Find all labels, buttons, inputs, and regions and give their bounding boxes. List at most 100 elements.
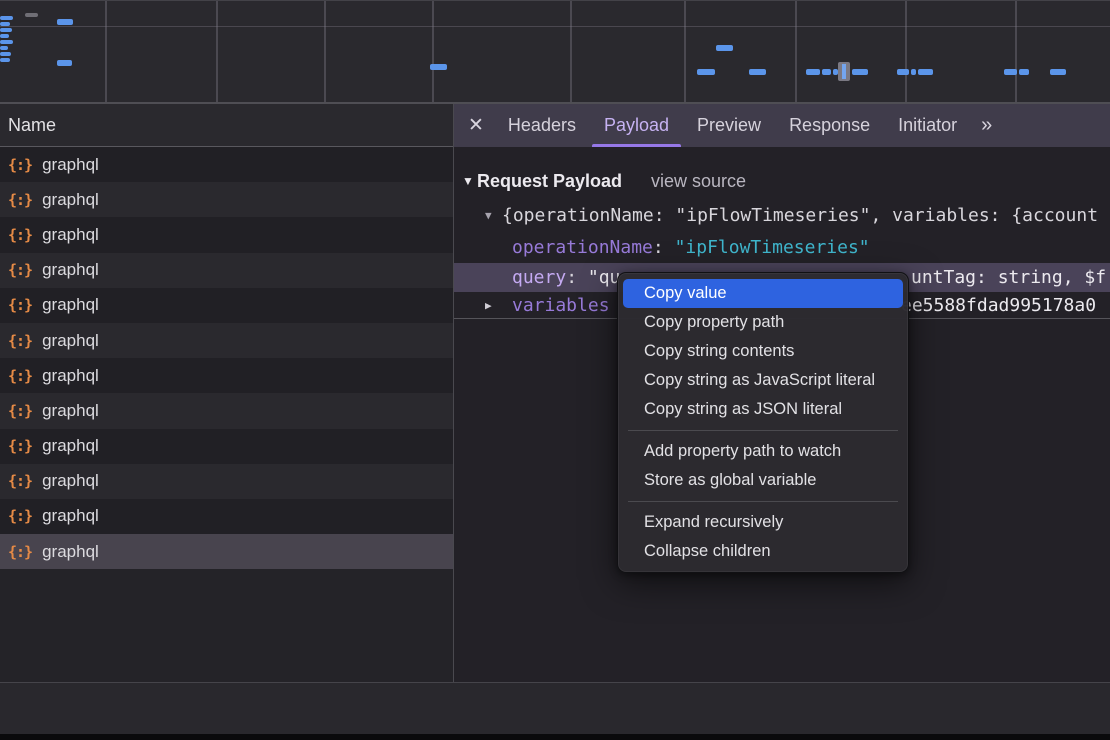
operation-name-row[interactable]: operationName: "ipFlowTimeseries"	[454, 232, 1110, 263]
context-menu: Copy valueCopy property pathCopy string …	[617, 272, 909, 573]
menu-item-copy-value[interactable]: Copy value	[623, 279, 903, 308]
section-title: Request Payload	[477, 163, 622, 200]
menu-item-copy-property-path[interactable]: Copy property path	[623, 308, 903, 337]
overview-request-bar	[57, 19, 73, 25]
tab-headers[interactable]: Headers	[494, 104, 590, 147]
overview-request-bar	[852, 69, 868, 75]
name-column-label: Name	[8, 115, 56, 136]
property-value-left: "qu	[588, 267, 621, 288]
tab-payload[interactable]: Payload	[590, 104, 683, 147]
request-row[interactable]: {:} graphql	[0, 288, 453, 323]
section-collapse-icon[interactable]: ▼	[462, 163, 474, 200]
tab-initiator[interactable]: Initiator	[884, 104, 971, 147]
overview-request-bar	[697, 69, 715, 75]
window-bottom-edge	[0, 734, 1110, 740]
menu-separator	[628, 501, 898, 502]
overview-request-bar	[897, 69, 909, 75]
request-row[interactable]: {:} graphql	[0, 534, 453, 569]
tab-response[interactable]: Response	[775, 104, 884, 147]
request-row[interactable]: {:} graphql	[0, 147, 453, 182]
menu-item-collapse-children[interactable]: Collapse children	[623, 537, 903, 566]
json-braces-icon: {:}	[8, 472, 32, 490]
request-row[interactable]: {:}graphql	[0, 499, 453, 534]
colon: :	[566, 267, 588, 288]
request-row[interactable]: {:}graphql	[0, 429, 453, 464]
overview-gridline	[432, 1, 434, 102]
network-overview-timeline[interactable]	[0, 0, 1110, 104]
request-rows: {:} graphql {:} graphql {:} graphql {:} graphql…	[0, 147, 453, 569]
overview-gridline	[105, 1, 107, 102]
payload-root-row[interactable]: ▼ {operationName: "ipFlowTimeseries", va…	[454, 200, 1110, 232]
json-braces-icon: {:}	[8, 156, 32, 174]
overview-request-bar	[1050, 69, 1066, 75]
overview-request-bar	[918, 69, 933, 75]
overview-request-bar	[0, 46, 8, 50]
overview-request-bar	[0, 52, 11, 56]
request-payload-section[interactable]: ▼ Request Payload view source	[454, 163, 1110, 200]
request-row[interactable]: {:} graphql	[0, 464, 453, 499]
root-expand-icon[interactable]: ▼	[485, 200, 492, 232]
name-column-header[interactable]: Name	[0, 104, 453, 147]
request-name: graphql	[42, 542, 99, 562]
menu-item-store-as-global-variable[interactable]: Store as global variable	[623, 466, 903, 495]
overview-request-bar	[822, 69, 831, 75]
json-braces-icon: {:}	[8, 437, 32, 455]
overview-request-bar	[57, 60, 72, 66]
request-row[interactable]: {:}graphql	[0, 217, 453, 252]
property-key: operationName	[512, 237, 653, 258]
overview-request-bar	[0, 34, 9, 38]
close-icon[interactable]: ✕	[468, 104, 484, 147]
overview-request-bar	[749, 69, 766, 75]
request-name: graphql	[42, 295, 99, 315]
json-braces-icon: {:}	[8, 261, 32, 279]
request-row[interactable]: {:}graphql	[0, 182, 453, 217]
overview-gridline	[216, 1, 218, 102]
colon: :	[653, 237, 675, 258]
detail-tabbar: ✕ HeadersPayloadPreviewResponseInitiator…	[454, 104, 1110, 147]
overview-horizontal-gridline	[0, 26, 1110, 27]
request-name: graphql	[42, 366, 99, 386]
overview-gridline	[795, 1, 797, 102]
overview-request-bar	[0, 22, 10, 26]
root-preview-text: {operationName: "ipFlowTimeseries", vari…	[502, 200, 1098, 232]
property-key: variables	[512, 295, 610, 316]
request-name: graphql	[42, 331, 99, 351]
more-tabs-icon[interactable]: »	[971, 104, 1000, 147]
overview-gridline	[1015, 1, 1017, 102]
tab-preview[interactable]: Preview	[683, 104, 775, 147]
overview-request-bar	[911, 69, 916, 75]
json-braces-icon: {:}	[8, 402, 32, 420]
variables-expand-icon[interactable]: ▶	[485, 292, 492, 319]
request-name: graphql	[42, 401, 99, 421]
request-name: graphql	[42, 190, 99, 210]
menu-item-copy-string-as-javascript-literal[interactable]: Copy string as JavaScript literal	[623, 366, 903, 395]
json-braces-icon: {:}	[8, 367, 32, 385]
overview-gridline	[905, 1, 907, 102]
menu-item-copy-string-contents[interactable]: Copy string contents	[623, 337, 903, 366]
request-row[interactable]: {:}graphql	[0, 253, 453, 288]
request-row[interactable]: {:} graphql	[0, 358, 453, 393]
request-row[interactable]: {:}graphql	[0, 323, 453, 358]
overview-request-bar	[716, 45, 733, 51]
json-braces-icon: {:}	[8, 296, 32, 314]
menu-item-add-property-path-to-watch[interactable]: Add property path to watch	[623, 437, 903, 466]
property-value: "ipFlowTimeseries"	[675, 237, 870, 258]
request-name: graphql	[42, 506, 99, 526]
overview-request-bar	[806, 69, 820, 75]
request-row[interactable]: {:} graphql	[0, 393, 453, 428]
menu-item-copy-string-as-json-literal[interactable]: Copy string as JSON literal	[623, 395, 903, 424]
overview-request-bar	[1004, 69, 1017, 75]
json-braces-icon: {:}	[8, 543, 32, 561]
overview-selection-marker	[838, 62, 850, 81]
menu-item-expand-recursively[interactable]: Expand recursively	[623, 508, 903, 537]
view-source-link[interactable]: view source	[651, 163, 746, 200]
summary-bar	[0, 683, 1110, 734]
request-name: graphql	[42, 471, 99, 491]
menu-separator	[628, 430, 898, 431]
property-key: query	[512, 267, 566, 288]
property-value-right: untTag: string, $f	[911, 263, 1106, 292]
request-list-panel: Name {:}graphql{:}graphql{:}graphql{:}gr…	[0, 104, 453, 682]
overview-gray-dash	[25, 13, 38, 17]
overview-request-bar	[0, 16, 13, 20]
request-name: graphql	[42, 155, 99, 175]
